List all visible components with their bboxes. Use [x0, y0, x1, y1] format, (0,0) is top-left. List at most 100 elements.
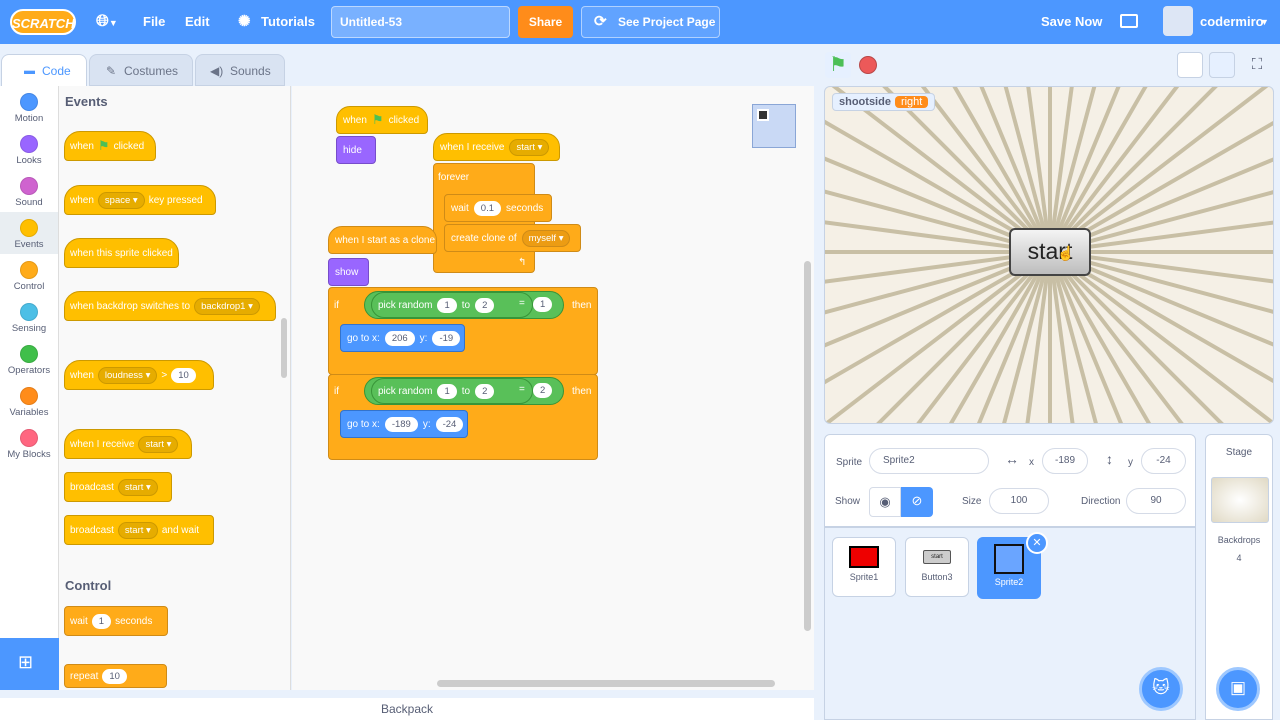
- x-input[interactable]: -189: [384, 416, 418, 432]
- user-avatar[interactable]: [1163, 6, 1193, 36]
- category-events[interactable]: Events: [0, 212, 58, 254]
- message-dropdown[interactable]: start ▾: [509, 138, 550, 156]
- category-my-blocks[interactable]: My Blocks: [0, 422, 58, 464]
- backpack[interactable]: Backpack: [0, 698, 814, 720]
- value-input[interactable]: 2: [475, 383, 495, 399]
- value-input[interactable]: 2: [475, 297, 495, 313]
- sprite-thumb-sprite1[interactable]: Sprite1: [832, 537, 896, 597]
- workspace-horizontal-scrollbar[interactable]: [437, 680, 775, 687]
- category-looks[interactable]: Looks: [0, 128, 58, 170]
- stage-selector-panel[interactable]: Stage Backdrops 4 ▣: [1205, 434, 1273, 720]
- when-i-receive-hat[interactable]: when I receive start ▾: [433, 133, 560, 161]
- category-variables[interactable]: Variables: [0, 380, 58, 422]
- y-input[interactable]: -19: [432, 330, 461, 346]
- tab-costumes[interactable]: ✎ Costumes: [89, 54, 193, 86]
- tab-sounds[interactable]: ◀) Sounds: [195, 54, 285, 86]
- show-block[interactable]: show: [328, 258, 369, 286]
- x-input[interactable]: 206: [384, 330, 415, 346]
- tutorials-menu[interactable]: Tutorials: [261, 0, 315, 44]
- stop-icon[interactable]: [859, 56, 877, 74]
- fullscreen-icon[interactable]: ⛶: [1244, 52, 1270, 78]
- hide-eye-slash-icon[interactable]: ⊘: [901, 487, 933, 517]
- value-input[interactable]: 10: [171, 367, 196, 383]
- block-text: when this sprite clicked: [70, 247, 173, 259]
- when-flag-clicked-block[interactable]: when ⚑ clicked: [64, 131, 156, 161]
- category-sound[interactable]: Sound: [0, 170, 58, 212]
- message-dropdown[interactable]: start ▾: [117, 521, 158, 539]
- edit-menu[interactable]: Edit: [185, 0, 210, 44]
- broadcast-block[interactable]: broadcast start ▾: [64, 472, 172, 502]
- sensor-dropdown[interactable]: loudness ▾: [97, 366, 158, 384]
- tab-code[interactable]: ▬ Code: [1, 54, 87, 86]
- broadcast-and-wait-block[interactable]: broadcast start ▾ and wait: [64, 515, 214, 545]
- choose-backdrop-button[interactable]: ▣: [1216, 667, 1260, 711]
- backdrop-dropdown[interactable]: backdrop1 ▾: [194, 297, 260, 315]
- x-input[interactable]: -189: [1042, 448, 1088, 474]
- compare-value-input[interactable]: 2: [533, 383, 553, 398]
- message-dropdown[interactable]: start ▾: [117, 478, 158, 496]
- project-title-input[interactable]: Untitled-53: [331, 6, 510, 38]
- add-extension-button[interactable]: ⊞: [0, 638, 59, 690]
- block-text: go to x:: [347, 332, 380, 344]
- vertical-arrows-icon: ↕: [1106, 451, 1113, 467]
- pick-random-2[interactable]: pick random 1 to 2: [371, 378, 533, 404]
- repeat-block[interactable]: repeat 10: [64, 664, 167, 688]
- create-clone-block[interactable]: create clone of myself ▾: [444, 224, 581, 252]
- value-input[interactable]: 1: [437, 297, 457, 313]
- code-workspace[interactable]: when ⚑ clicked hide when I receive start…: [292, 86, 1083, 690]
- see-project-page-button[interactable]: ⟳ See Project Page: [581, 6, 720, 38]
- direction-input[interactable]: 90: [1126, 488, 1186, 514]
- wait-block[interactable]: wait 0.1 seconds: [444, 194, 552, 222]
- when-i-receive-block[interactable]: when I receive start ▾: [64, 429, 192, 459]
- hide-block[interactable]: hide: [336, 136, 376, 164]
- when-loudness-block[interactable]: when loudness ▾ > 10: [64, 360, 214, 390]
- my-stuff-folder-icon[interactable]: [1120, 14, 1138, 28]
- when-key-pressed-block[interactable]: when space ▾ key pressed: [64, 185, 216, 215]
- value-input[interactable]: 1: [437, 383, 457, 399]
- workspace-vertical-scrollbar[interactable]: [804, 261, 811, 631]
- normal-stage-icon[interactable]: [1209, 52, 1235, 78]
- when-flag-clicked-hat[interactable]: when ⚑ clicked: [336, 106, 428, 134]
- y-input[interactable]: -24: [435, 416, 464, 432]
- variable-monitor: shootside right: [832, 93, 936, 111]
- message-dropdown[interactable]: start ▾: [138, 435, 179, 453]
- share-button[interactable]: Share: [518, 6, 573, 38]
- clone-target-dropdown[interactable]: myself ▾: [521, 229, 571, 247]
- green-flag-icon[interactable]: ⚑: [825, 52, 851, 78]
- sprite-thumb-button3[interactable]: start Button3: [905, 537, 969, 597]
- language-globe-icon[interactable]: 🌐︎▼: [96, 0, 118, 44]
- when-backdrop-switches-block[interactable]: when backdrop switches to backdrop1 ▾: [64, 291, 276, 321]
- value-input[interactable]: 1: [91, 613, 112, 629]
- pick-random-1[interactable]: pick random 1 to 2: [371, 292, 533, 318]
- scratch-logo[interactable]: SCRATCH: [10, 9, 76, 35]
- save-now-button[interactable]: Save Now: [1041, 0, 1102, 44]
- category-control[interactable]: Control: [0, 254, 58, 296]
- choose-sprite-button[interactable]: 🐱︎: [1139, 667, 1183, 711]
- account-chevron-down-icon[interactable]: ▼: [1260, 0, 1269, 44]
- size-input[interactable]: 100: [989, 488, 1049, 514]
- sprite-name-input[interactable]: Sprite2: [869, 448, 989, 474]
- wait-seconds-block[interactable]: wait 1 seconds: [64, 606, 168, 636]
- category-motion[interactable]: Motion: [0, 86, 58, 128]
- file-menu[interactable]: File: [143, 0, 165, 44]
- value-input[interactable]: 10: [102, 668, 127, 684]
- category-operators[interactable]: Operators: [0, 338, 58, 380]
- value-input[interactable]: 0.1: [473, 200, 502, 216]
- start-sprite-button[interactable]: start: [1009, 228, 1091, 276]
- block-text: pick random: [378, 385, 433, 397]
- go-to-xy-block-2[interactable]: go to x: -189 y: -24: [340, 410, 468, 438]
- key-dropdown[interactable]: space ▾: [97, 191, 145, 209]
- small-stage-icon[interactable]: [1177, 52, 1203, 78]
- palette-scrollbar[interactable]: [281, 318, 287, 378]
- category-sensing[interactable]: Sensing: [0, 296, 58, 338]
- compare-value-input[interactable]: 1: [533, 297, 553, 312]
- y-input[interactable]: -24: [1141, 448, 1186, 474]
- show-visible-eye-icon[interactable]: ◉: [869, 487, 901, 517]
- sprite-name: Button3: [921, 572, 953, 582]
- go-to-xy-block-1[interactable]: go to x: 206 y: -19: [340, 324, 465, 352]
- stage-canvas[interactable]: shootside right start ☝: [824, 86, 1274, 424]
- when-sprite-clicked-block[interactable]: when this sprite clicked: [64, 238, 179, 268]
- when-i-start-as-clone-hat[interactable]: when I start as a clone: [328, 226, 437, 254]
- username[interactable]: codermiro: [1200, 0, 1264, 44]
- delete-sprite-trash-icon[interactable]: ✕: [1026, 532, 1048, 554]
